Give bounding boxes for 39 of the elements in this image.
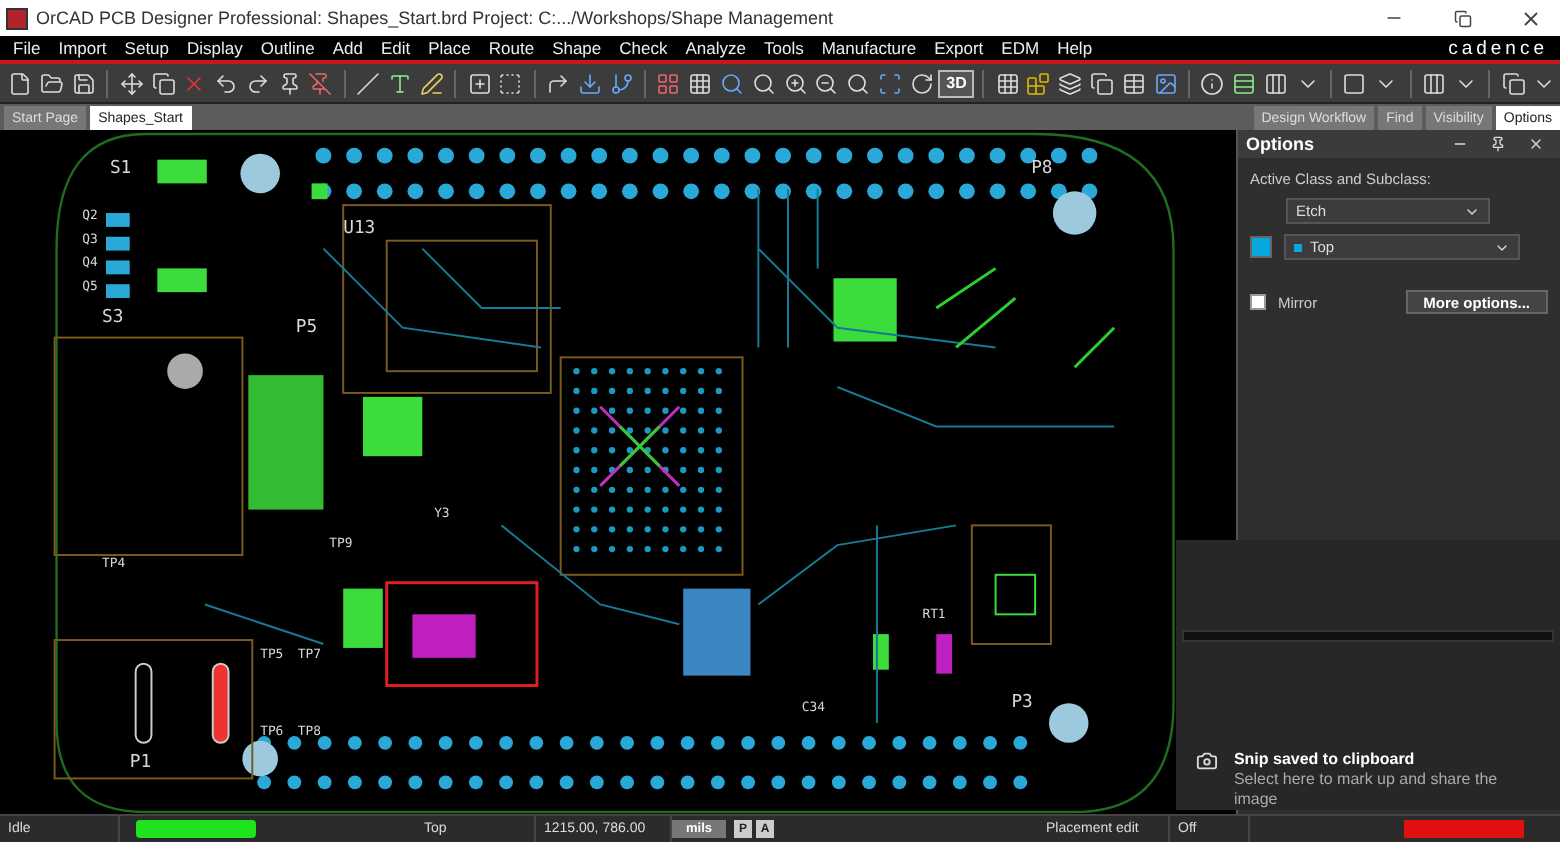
panel-title: Options xyxy=(1246,134,1316,154)
close-icon xyxy=(1519,7,1541,29)
menu-item[interactable]: Edit xyxy=(371,36,420,60)
notification-message: Select here to mark up and share the image xyxy=(1233,770,1500,810)
menu-item[interactable]: EDM xyxy=(992,36,1049,60)
menu-item[interactable]: Analyze xyxy=(676,36,755,60)
menu-item[interactable]: Route xyxy=(479,36,544,60)
app-icon xyxy=(6,7,28,29)
menu-item[interactable]: Add xyxy=(323,36,372,60)
silkscreen-label: P3 xyxy=(1011,693,1033,714)
menu-item[interactable]: Manufacture xyxy=(812,36,926,60)
silkscreen-label: P1 xyxy=(129,752,152,773)
silkscreen-label: S1 xyxy=(109,159,132,180)
camera-icon xyxy=(1196,750,1218,772)
menu-item[interactable]: Place xyxy=(419,36,480,60)
restore-icon xyxy=(1453,9,1471,27)
silkscreen-label: P5 xyxy=(295,317,318,338)
silkscreen-label: U13 xyxy=(343,218,376,239)
mirror-checkbox[interactable] xyxy=(1250,294,1266,310)
3d-view-button[interactable]: 3D xyxy=(938,69,975,97)
menu-item[interactable]: Tools xyxy=(755,36,813,60)
drc-indicator xyxy=(1404,820,1524,838)
silkscreen-label: S3 xyxy=(102,307,124,328)
status-indicator xyxy=(136,820,256,838)
notification-popup[interactable]: Snip saved to clipboard Select here to mark up and share the image xyxy=(1176,540,1560,810)
menu-item[interactable]: Import xyxy=(49,36,116,60)
menu-item[interactable]: File xyxy=(4,36,50,60)
notification-title: Snip saved to clipboard xyxy=(1233,750,1417,768)
window-title: OrCAD PCB Designer Professional: Shapes_Start.brd Project: C:.../Workshops/Shape Management xyxy=(36,8,836,28)
menu-item[interactable]: Check xyxy=(610,36,677,60)
menu-item[interactable]: Display xyxy=(178,36,252,60)
silkscreen-label: P8 xyxy=(1031,159,1053,180)
menu-item[interactable]: Outline xyxy=(251,36,324,60)
menu-item[interactable]: Setup xyxy=(115,36,179,60)
menu-item[interactable]: Help xyxy=(1048,36,1102,60)
menu-item[interactable]: Shape xyxy=(543,36,611,60)
cadence-logo: cadence xyxy=(1448,37,1548,59)
color-swatch[interactable] xyxy=(1250,236,1272,258)
menu-item[interactable]: Export xyxy=(925,36,993,60)
